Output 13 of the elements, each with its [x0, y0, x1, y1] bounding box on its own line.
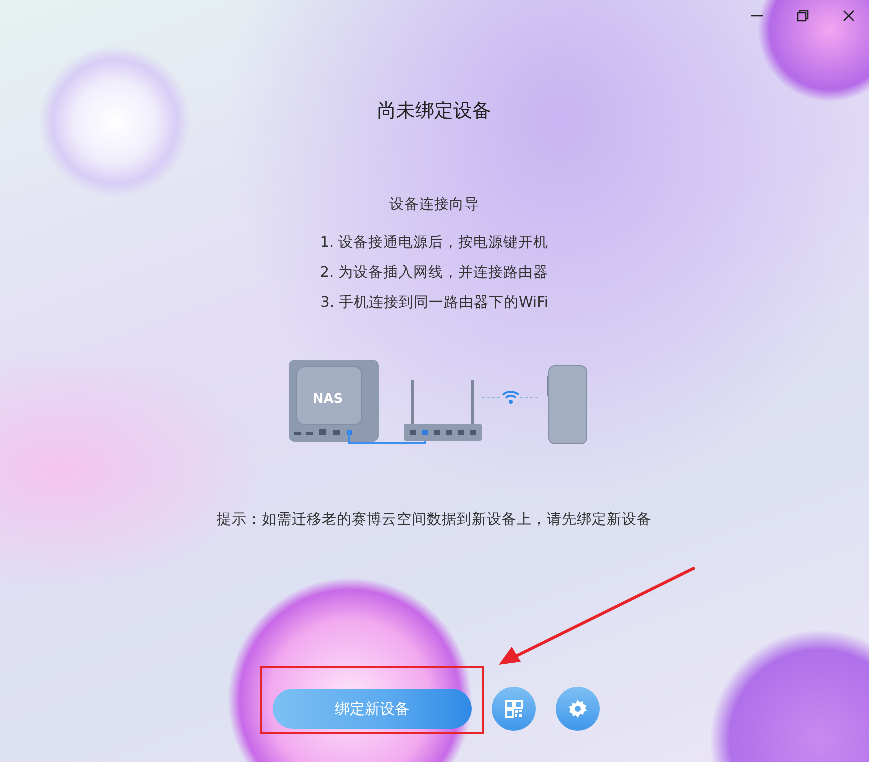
bind-device-button[interactable]: 绑定新设备 — [273, 689, 472, 729]
hint-text: 提示：如需迁移老的赛博云空间数据到新设备上，请先绑定新设备 — [217, 510, 652, 529]
settings-button[interactable] — [556, 687, 600, 731]
qr-code-button[interactable] — [492, 687, 536, 731]
guide-step: 3. 手机连接到同一路由器下的WiFi — [320, 288, 548, 318]
guide-step: 2. 为设备插入网线，并连接路由器 — [320, 258, 549, 288]
settings-icon — [568, 699, 588, 719]
guide-heading: 设备连接向导 — [390, 196, 480, 214]
qr-code-icon — [504, 699, 524, 719]
device-label: NAS — [312, 392, 343, 407]
page-title: 尚未绑定设备 — [378, 99, 492, 124]
wifi-signal-drawing — [481, 390, 540, 404]
guide-step: 1. 设备接通电源后，按电源键开机 — [320, 228, 549, 258]
